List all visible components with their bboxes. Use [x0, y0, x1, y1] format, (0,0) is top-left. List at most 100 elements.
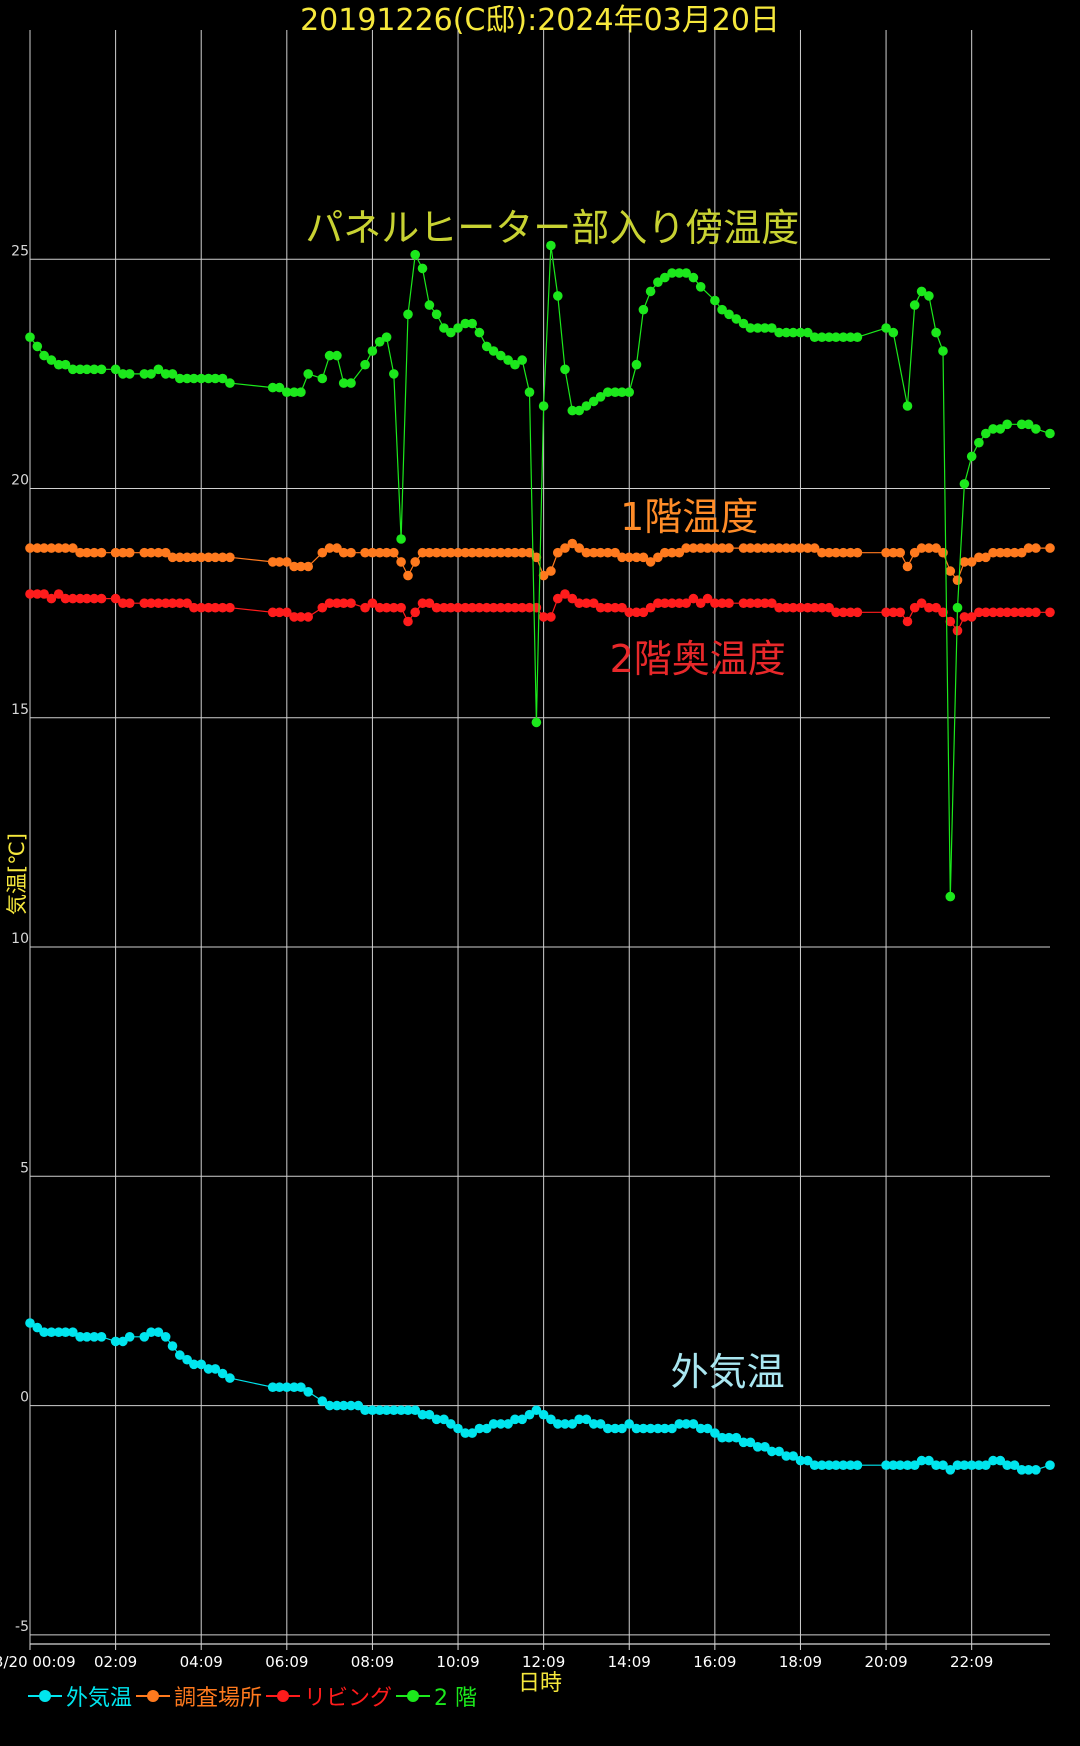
data-point [1045, 1460, 1055, 1470]
y-axis-label: 気温[℃] [5, 833, 29, 915]
x-tick-label: 06:09 [265, 1653, 308, 1671]
data-point [160, 1332, 171, 1342]
data-point [902, 561, 913, 572]
data-point [852, 332, 863, 343]
data-point [467, 318, 478, 329]
data-point [959, 479, 970, 489]
data-point [546, 612, 556, 622]
data-point [96, 1332, 107, 1342]
data-point [852, 1460, 863, 1470]
data-point [225, 378, 235, 388]
data-point [417, 263, 428, 274]
series-group [25, 240, 1055, 1475]
data-point [931, 327, 941, 338]
y-tick-label: 20 [11, 473, 29, 489]
data-point [431, 309, 442, 320]
annotation-label: パネルヒーター部入り傍温度 [305, 206, 799, 250]
legend-label: リビング [304, 1686, 393, 1711]
legend-item: 外気温 [28, 1680, 132, 1712]
data-point [1045, 428, 1055, 439]
data-point [645, 286, 656, 297]
data-point [403, 616, 413, 627]
legend-item: リビング [266, 1680, 392, 1712]
data-point [389, 547, 399, 558]
data-point [1031, 1465, 1041, 1475]
x-tick-labels: 03/20 00:09 02:09 04:09 06:09 08:09 10:09 12:0… [0, 1653, 993, 1671]
data-point [531, 602, 542, 613]
data-point [531, 717, 542, 728]
legend-marker-icon [28, 1689, 62, 1703]
series-line [29, 1322, 1051, 1471]
data-point [410, 607, 421, 618]
x-tick-label: 16:09 [693, 1653, 736, 1671]
data-point [1002, 419, 1012, 430]
data-point [96, 547, 107, 558]
data-point [396, 602, 406, 613]
data-point [346, 378, 356, 388]
x-tick-label: 02:09 [94, 1653, 137, 1671]
y-tick-label: 0 [20, 1390, 29, 1406]
data-point [424, 300, 435, 310]
data-point [688, 272, 699, 283]
data-point [1045, 607, 1055, 618]
data-point [96, 364, 107, 375]
data-point [631, 359, 642, 370]
data-point [546, 566, 556, 576]
y-tick-label: 15 [11, 702, 29, 718]
data-point [945, 566, 956, 576]
data-point [524, 387, 535, 398]
data-point [902, 616, 913, 627]
data-point [360, 359, 370, 370]
data-point [32, 341, 43, 352]
data-point [167, 1341, 178, 1351]
x-tick-label: 03/20 00:09 [0, 1653, 76, 1671]
data-point [303, 561, 314, 572]
series-3 [25, 589, 1055, 636]
x-tick-label: 18:09 [779, 1653, 822, 1671]
data-point [381, 332, 392, 343]
data-point [303, 1387, 314, 1397]
x-tick-label: 10:09 [436, 1653, 479, 1671]
data-point [403, 309, 413, 320]
annotation-label: 外気温 [671, 1350, 785, 1394]
legend-marker-icon [396, 1689, 431, 1703]
data-point [96, 593, 107, 604]
data-point [396, 534, 406, 544]
annotation-label: 2階奥温度 [610, 637, 786, 681]
data-point [403, 570, 413, 581]
data-point [303, 612, 314, 622]
data-point [852, 547, 863, 558]
x-tick-label: 08:09 [351, 1653, 394, 1671]
series-4 [25, 240, 1055, 902]
y-tick-label: 5 [20, 1160, 29, 1176]
data-point [225, 602, 235, 613]
data-point [1031, 424, 1041, 434]
data-point [225, 1373, 235, 1383]
data-point [367, 346, 378, 356]
data-point [517, 355, 527, 365]
legend-marker-icon [266, 1689, 301, 1703]
data-point [560, 364, 570, 375]
data-point [410, 249, 421, 260]
data-point [924, 291, 934, 301]
data-point [346, 547, 356, 558]
data-point [553, 291, 563, 301]
temperature-chart: 20191226(C邸):2024年03月20日 -50510152025 03… [0, 3, 1055, 1696]
x-tick-label: 14:09 [608, 1653, 651, 1671]
series-line [29, 245, 1051, 897]
legend-label: 調査場所 [174, 1686, 263, 1711]
data-point [710, 295, 720, 306]
data-point [124, 369, 135, 379]
data-point [332, 350, 342, 361]
legend-label: 2 階 [434, 1686, 478, 1711]
data-point [938, 346, 948, 356]
y-tick-label: 25 [11, 243, 29, 259]
data-point [538, 401, 549, 411]
x-tick-label: 04:09 [180, 1653, 223, 1671]
data-point [410, 557, 421, 567]
data-point [724, 598, 734, 608]
data-point [909, 300, 920, 310]
data-point [346, 598, 356, 608]
data-point [695, 282, 706, 292]
data-point [296, 387, 306, 398]
